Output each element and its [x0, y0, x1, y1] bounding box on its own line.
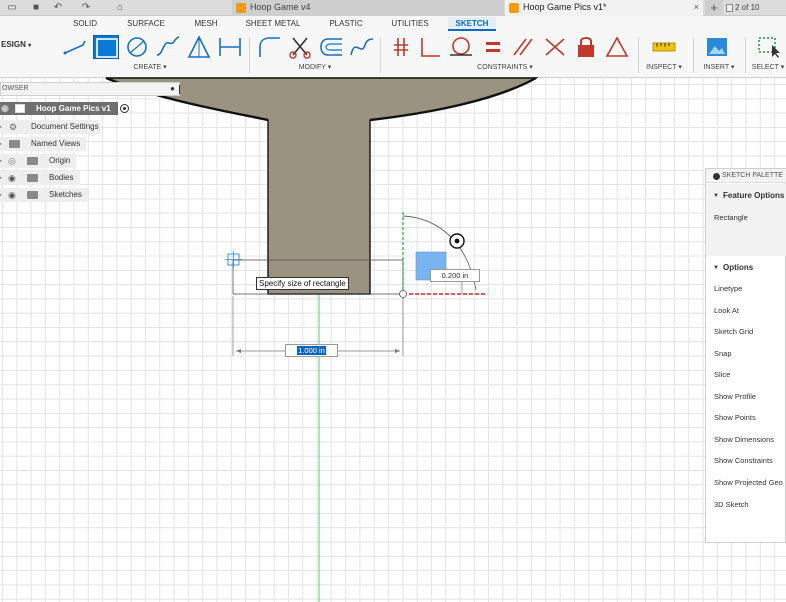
folder-icon	[27, 174, 38, 182]
feature-options-label: Feature Options	[723, 191, 785, 200]
expand-icon[interactable]: ▸	[0, 137, 2, 151]
options-label: Options	[723, 263, 754, 272]
collapse-palette-icon[interactable]	[713, 173, 720, 180]
dimension-arrow-left	[236, 349, 241, 353]
eye-icon[interactable]: ◉	[8, 188, 16, 202]
option-slice[interactable]: Slice	[714, 369, 730, 381]
option-look-at[interactable]: Look At	[714, 305, 739, 317]
option-show-dimensions[interactable]: Show Dimensions	[714, 434, 774, 446]
height-dimension-input[interactable]: 0.200 in	[430, 269, 480, 282]
chevron-down-icon: ▼	[713, 265, 719, 271]
hoop-body	[105, 77, 539, 295]
option-show-projected-geometries[interactable]: Show Projected Geo	[714, 477, 783, 489]
chevron-down-icon: ▼	[713, 193, 719, 199]
option-show-profile[interactable]: Show Profile	[714, 391, 756, 403]
browser-item-sketches[interactable]: ▸ ◉ Sketches	[0, 188, 88, 202]
browser-item-origin[interactable]: ▸ ◎ Origin	[0, 154, 76, 168]
browser-item-label: Sketches	[49, 190, 82, 199]
expand-icon[interactable]: ▸	[0, 154, 2, 168]
option-linetype[interactable]: Linetype	[714, 283, 742, 295]
browser-header: OWSER ●	[0, 82, 180, 96]
browser-item-label: Bodies	[49, 173, 74, 182]
folder-icon	[9, 140, 20, 148]
browser-root-label: Hoop Game Pics v1	[36, 104, 111, 113]
collapse-icon[interactable]: ●	[170, 83, 175, 95]
width-dimension-value: 1.000 in	[297, 346, 326, 355]
browser-root-item[interactable]: ◉ Hoop Game Pics v1	[0, 102, 118, 115]
palette-title: SKETCH PALETTE	[722, 172, 783, 179]
option-snap[interactable]: Snap	[714, 348, 732, 360]
component-icon	[15, 104, 25, 113]
folder-icon	[27, 191, 38, 199]
browser-item-label: Document Settings	[31, 122, 99, 131]
gear-icon: ⚙	[9, 122, 18, 132]
option-show-points[interactable]: Show Points	[714, 412, 756, 424]
browser-item-document-settings[interactable]: ▸ ⚙ Document Settings	[0, 120, 100, 134]
browser-item-bodies[interactable]: ▸ ◉ Bodies	[0, 171, 80, 185]
width-dimension-input[interactable]: 1.000 in	[285, 344, 338, 357]
option-3d-sketch[interactable]: 3D Sketch	[714, 499, 749, 511]
option-sketch-grid[interactable]: Sketch Grid	[714, 326, 753, 338]
palette-header: SKETCH PALETTE	[706, 169, 786, 183]
options-toggle[interactable]: ▼ Options	[706, 261, 753, 275]
feature-option-rectangle[interactable]: Rectangle	[714, 212, 748, 224]
browser-item-label: Named Views	[31, 139, 81, 148]
expand-icon[interactable]: ▸	[0, 188, 2, 202]
triad-rotate-handle-dot	[454, 238, 460, 244]
eye-icon[interactable]: ◎	[8, 154, 16, 168]
eye-icon[interactable]: ◉	[8, 171, 16, 185]
pin-divider	[179, 85, 180, 94]
sketch-palette: SKETCH PALETTE ▼ Feature Options Rectang…	[705, 168, 786, 543]
start-point-marker	[225, 251, 242, 268]
browser-item-label: Origin	[49, 156, 71, 165]
folder-icon	[27, 157, 38, 165]
expand-icon[interactable]: ▸	[0, 120, 2, 134]
activate-radio-icon[interactable]	[120, 104, 129, 113]
dimension-arrow-right	[395, 349, 400, 353]
browser-item-named-views[interactable]: ▸ Named Views	[0, 137, 86, 151]
option-show-constraints[interactable]: Show Constraints	[714, 455, 773, 467]
expand-icon[interactable]: ▸	[0, 171, 2, 185]
feature-options-toggle[interactable]: ▼ Feature Options	[706, 189, 784, 203]
browser-title: OWSER	[2, 85, 29, 92]
tooltip-specify-size: Specify size of rectangle	[256, 277, 349, 290]
fusion-window: ▭ ■ ↶ ↷ ⌂ Hoop Game v4 Hoop Game Pics v1…	[0, 0, 786, 602]
corner-point	[399, 290, 407, 298]
eye-icon[interactable]: ◉	[1, 102, 9, 115]
